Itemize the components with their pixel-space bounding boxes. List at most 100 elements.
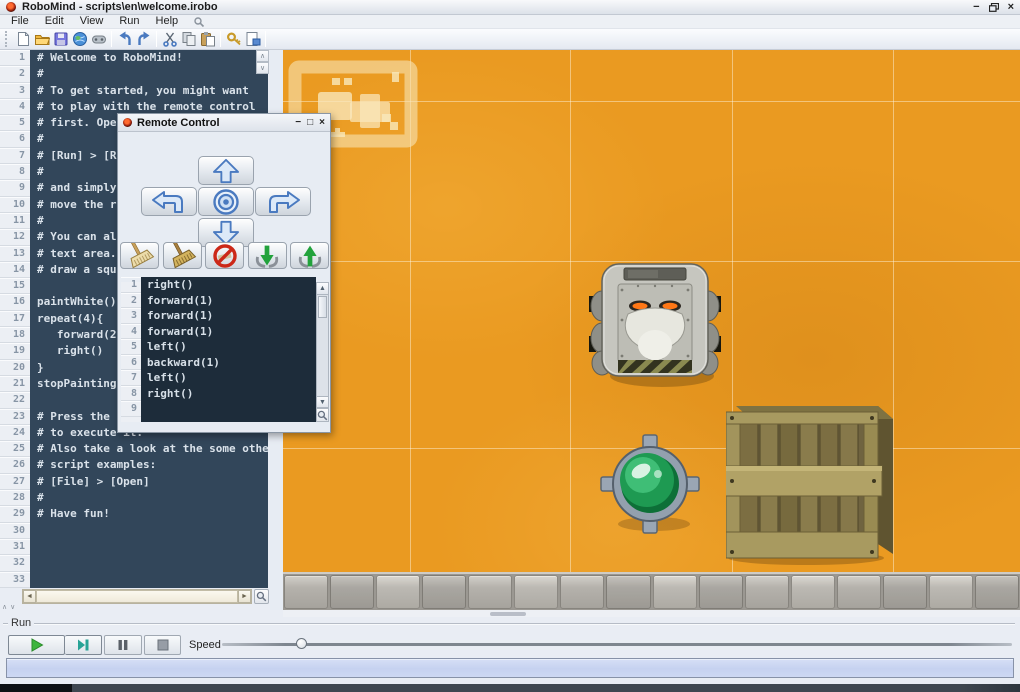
menu-edit[interactable]: Edit xyxy=(38,15,71,28)
menu-bar: File Edit View Run Help xyxy=(0,15,1020,29)
code-line: # To get started, you might want xyxy=(37,83,249,97)
menu-view[interactable]: View xyxy=(73,15,111,28)
turn-left-button[interactable] xyxy=(141,187,197,216)
wall-stone xyxy=(698,575,743,609)
line-number: 27 xyxy=(0,473,30,491)
line-number: 19 xyxy=(0,343,30,360)
menu-file[interactable]: File xyxy=(4,15,36,28)
insert-template-icon[interactable] xyxy=(243,30,262,49)
line-number: 7 xyxy=(0,147,30,165)
action-buttons xyxy=(118,240,332,272)
line-number: 1 xyxy=(0,50,30,67)
history-scroll-up-icon[interactable]: ▲ xyxy=(317,283,328,295)
toolbar-separator xyxy=(265,31,266,47)
wall-stone xyxy=(974,575,1019,609)
line-number: 13 xyxy=(0,245,30,262)
remote-control-dialog[interactable]: Remote Control − □ × 123456789 right() fo… xyxy=(117,113,331,433)
stop-button[interactable] xyxy=(144,635,181,655)
history-command: left() xyxy=(147,371,187,384)
history-command xyxy=(141,401,316,417)
wall-stone xyxy=(560,575,605,609)
scroll-right-icon[interactable]: ► xyxy=(238,590,251,603)
line-number: 29 xyxy=(0,506,30,523)
beacon xyxy=(600,434,700,534)
line-number: 30 xyxy=(0,522,30,539)
dialog-app-icon xyxy=(123,118,132,127)
wall-stone xyxy=(514,575,559,609)
speed-slider-thumb[interactable] xyxy=(296,638,307,649)
scroll-down-icon[interactable]: ∨ xyxy=(256,62,269,74)
turn-right-button[interactable] xyxy=(255,187,311,216)
wall-stone xyxy=(422,575,467,609)
play-button[interactable] xyxy=(8,635,65,655)
undo-icon[interactable] xyxy=(115,30,134,49)
close-icon[interactable]: × xyxy=(1008,2,1014,13)
line-number: 18 xyxy=(0,327,30,344)
new-file-icon[interactable] xyxy=(13,30,32,49)
progress-bar xyxy=(6,658,1014,678)
line-number: 33 xyxy=(0,571,30,588)
open-map-icon[interactable] xyxy=(70,30,89,49)
dialog-close-icon[interactable]: × xyxy=(319,117,325,128)
line-number: 12 xyxy=(0,229,30,246)
restore-icon[interactable] xyxy=(988,2,999,12)
dialog-title: Remote Control xyxy=(137,116,220,129)
scroll-left-icon[interactable]: ◄ xyxy=(23,590,36,603)
remote-control-icon[interactable] xyxy=(89,30,108,49)
editor-vscroll-arrows[interactable]: ∧ ∨ xyxy=(256,50,269,74)
command-history: 123456789 right() forward(1) forward(1) for… xyxy=(121,277,329,422)
map-canvas[interactable] xyxy=(283,50,1020,610)
history-scroll-down-icon[interactable]: ▼ xyxy=(317,396,328,408)
editor-hscroll-thumb[interactable] xyxy=(36,590,238,603)
line-number: 24 xyxy=(0,424,30,442)
speed-slider[interactable] xyxy=(222,638,1012,649)
paste-icon[interactable] xyxy=(198,30,217,49)
paint-white-button[interactable] xyxy=(120,242,159,269)
toolbar-grip[interactable] xyxy=(5,31,10,47)
title-bar[interactable]: RoboMind - scripts\en\welcome.irobo − × xyxy=(0,0,1020,15)
line-number: 6 xyxy=(0,131,30,148)
target-button[interactable] xyxy=(198,187,254,216)
history-scrollbar[interactable]: ▲ ▼ xyxy=(316,282,329,422)
playback-buttons xyxy=(8,635,181,655)
stop-painting-button[interactable] xyxy=(205,242,244,269)
menu-help[interactable]: Help xyxy=(149,15,186,28)
history-line-number: 1 xyxy=(121,277,141,293)
history-zoom-button[interactable] xyxy=(317,408,328,421)
menu-run[interactable]: Run xyxy=(112,15,146,28)
scroll-up-icon[interactable]: ∧ xyxy=(256,50,269,62)
arrow-up-button[interactable] xyxy=(198,156,254,185)
wall-stone xyxy=(744,575,789,609)
copy-icon[interactable] xyxy=(179,30,198,49)
dialog-minimize-icon[interactable]: − xyxy=(295,117,301,128)
pick-up-button[interactable] xyxy=(247,242,287,269)
history-scroll-thumb[interactable] xyxy=(318,296,327,318)
code-line: # Also take a look at the some other xyxy=(37,442,268,456)
open-file-icon[interactable] xyxy=(32,30,51,49)
minimize-icon[interactable]: − xyxy=(973,2,979,13)
dialog-maximize-icon[interactable]: □ xyxy=(307,117,313,128)
map-hscroll-thumb[interactable] xyxy=(490,612,526,616)
redo-icon[interactable] xyxy=(134,30,153,49)
history-list[interactable]: right() forward(1) forward(1) forward(1) lef… xyxy=(141,277,316,422)
gutter-fold-arrows[interactable]: ∧∨ xyxy=(2,603,18,611)
editor-hscrollbar[interactable]: ◄ ► xyxy=(22,589,252,604)
line-number: 11 xyxy=(0,212,30,230)
dialog-title-bar[interactable]: Remote Control − □ × xyxy=(118,114,330,132)
history-line-number: 5 xyxy=(121,339,141,355)
run-panel: Run Speed xyxy=(0,617,1020,692)
paint-black-button[interactable] xyxy=(162,242,202,269)
search-icon[interactable] xyxy=(193,16,205,28)
line-number: 25 xyxy=(0,441,30,458)
grid-line xyxy=(570,50,571,572)
pause-button[interactable] xyxy=(104,635,142,655)
find-icon[interactable] xyxy=(224,30,243,49)
editor-zoom-button[interactable] xyxy=(254,589,269,604)
step-button[interactable] xyxy=(65,635,102,655)
line-number: 26 xyxy=(0,457,30,474)
app-icon xyxy=(6,2,16,12)
cut-icon[interactable] xyxy=(160,30,179,49)
history-command: forward(1) xyxy=(147,324,214,338)
put-down-button[interactable] xyxy=(290,242,329,269)
save-file-icon[interactable] xyxy=(51,30,70,49)
